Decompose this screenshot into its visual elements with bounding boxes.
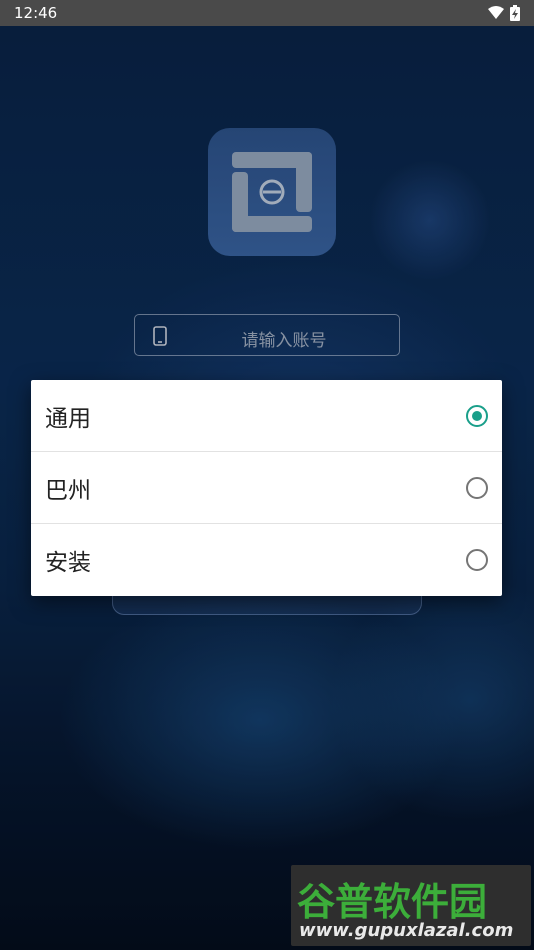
option-item-bazhou[interactable]: 巴州 bbox=[31, 452, 502, 524]
option-label: 巴州 bbox=[45, 477, 91, 504]
radio-unselected-icon[interactable] bbox=[466, 476, 488, 499]
option-dialog: 通用 巴州 安装 bbox=[31, 380, 502, 596]
option-item-anzhuang[interactable]: 安装 bbox=[31, 524, 502, 596]
watermark-title: 谷普软件园 bbox=[297, 880, 488, 924]
option-item-tongyong[interactable]: 通用 bbox=[31, 380, 502, 452]
battery-charging-icon bbox=[510, 5, 520, 21]
radio-unselected-icon[interactable] bbox=[466, 549, 488, 571]
wifi-icon bbox=[488, 6, 504, 19]
radio-selected-icon[interactable] bbox=[466, 404, 488, 427]
option-label: 通用 bbox=[45, 405, 91, 432]
status-bar: 12:46 bbox=[0, 0, 534, 26]
watermark-url: www.gupuxlazal.com bbox=[299, 920, 514, 941]
option-label: 安装 bbox=[45, 550, 91, 576]
watermark-logo: 谷普软件园 www.gupuxlazal.com bbox=[291, 865, 531, 946]
status-icons bbox=[488, 5, 520, 21]
status-time: 12:46 bbox=[14, 4, 58, 22]
